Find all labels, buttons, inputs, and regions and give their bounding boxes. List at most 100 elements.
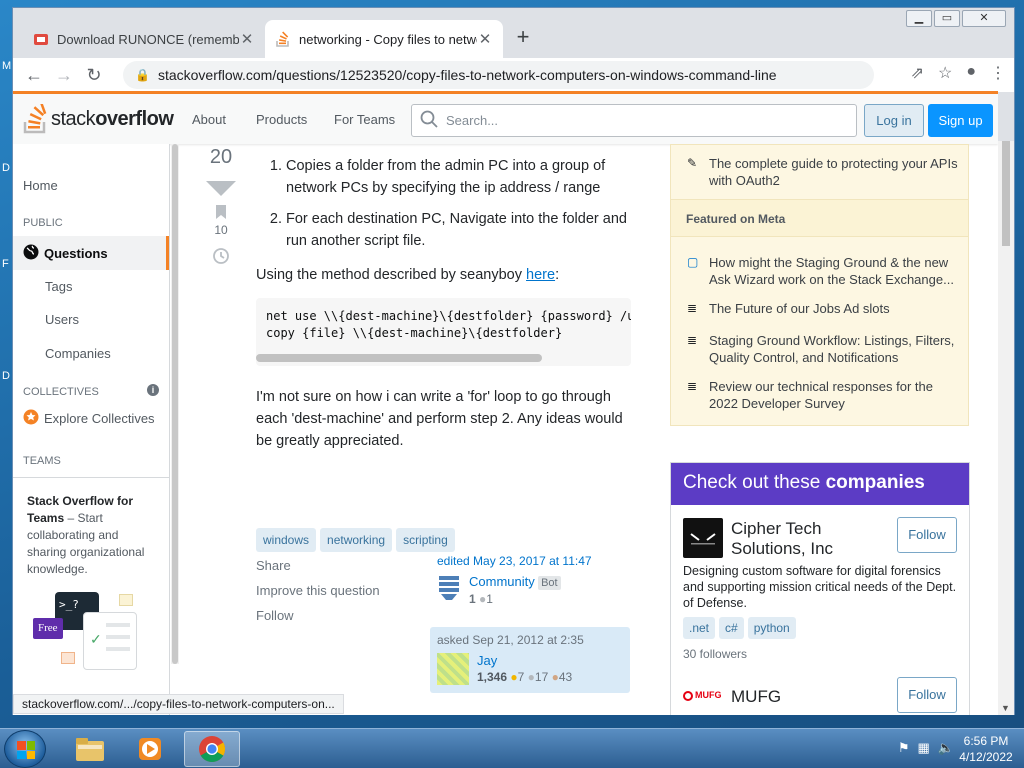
signup-button[interactable]: Sign up — [928, 104, 993, 137]
menu-dots-icon[interactable]: ⋮ — [990, 63, 1006, 83]
nav-for-teams[interactable]: For Teams — [334, 112, 395, 127]
tag-python[interactable]: python — [747, 617, 796, 639]
desktop-edge-mark: F — [2, 258, 9, 270]
sidebar-item-questions[interactable]: Questions — [13, 236, 169, 270]
desktop-edge-mark: D — [2, 162, 10, 174]
search-input[interactable]: Search... — [411, 104, 857, 137]
stackoverflow-icon — [275, 31, 291, 47]
bookmark-star-icon[interactable]: ☆ — [938, 63, 952, 83]
company-name[interactable]: MUFG — [731, 687, 781, 707]
asker-name[interactable]: Jay — [477, 653, 572, 668]
login-button[interactable]: Log in — [864, 104, 924, 137]
start-button[interactable] — [4, 730, 46, 768]
follow-link[interactable]: Follow — [256, 603, 380, 628]
follower-count: 30 followers — [683, 647, 748, 661]
close-window-button[interactable]: ✕ — [962, 10, 1006, 27]
url-text: stackoverflow.com/questions/12523520/cop… — [157, 67, 777, 83]
clock[interactable]: 6:56 PM 4/12/2022 — [956, 733, 1016, 765]
sidebar-section-collectives: COLLECTIVES — [23, 386, 99, 398]
forward-button[interactable]: → — [49, 65, 79, 86]
tag-scripting[interactable]: scripting — [396, 528, 455, 552]
meta-item[interactable]: ≣ The Future of our Jobs Ad slots — [687, 300, 959, 317]
stackoverflow-logo[interactable]: stack overflow — [23, 104, 174, 134]
colon-text: : — [555, 267, 560, 283]
sidebar-item-users[interactable]: Users — [45, 312, 79, 327]
close-tab-icon[interactable]: ✕ — [477, 30, 493, 48]
tab-stackoverflow[interactable]: networking - Copy files to netwo ✕ — [265, 20, 503, 58]
follow-button[interactable]: Follow — [897, 677, 957, 713]
taskbar-explorer[interactable] — [62, 731, 118, 767]
page-scrollbar[interactable]: ▲ ▼ — [998, 141, 1014, 715]
sidebar-section-teams: TEAMS — [23, 455, 61, 467]
taskbar-chrome[interactable] — [184, 731, 240, 767]
profile-icon[interactable]: ● — [966, 63, 976, 83]
sidebar-item-explore-collectives[interactable]: Explore Collectives — [23, 409, 155, 428]
network-icon[interactable]: ▦ — [918, 740, 930, 756]
mufg-logo[interactable]: MUFG — [683, 690, 722, 701]
close-tab-icon[interactable]: ✕ — [239, 30, 255, 48]
address-bar[interactable]: 🔒 stackoverflow.com/questions/12523520/c… — [123, 61, 874, 89]
tag-dotnet[interactable]: .net — [683, 617, 716, 639]
scroll-down-arrow[interactable]: ▼ — [1001, 703, 1010, 713]
scrollbar-thumb[interactable] — [172, 144, 178, 664]
volume-icon[interactable]: 🔈 — [938, 740, 954, 756]
search-icon — [420, 110, 438, 131]
steps-list: Copies a folder from the admin PC into a… — [286, 155, 631, 252]
sidebar-item-home[interactable]: Home — [23, 178, 58, 193]
stack-exchange-icon: ≣ — [687, 301, 698, 315]
list-item: Copies a folder from the admin PC into a… — [286, 155, 631, 199]
company-name[interactable]: Cipher Tech Solutions, Inc — [731, 519, 891, 559]
follow-button[interactable]: Follow — [897, 517, 957, 553]
info-icon[interactable]: i — [147, 384, 159, 396]
sidebar-item-tags[interactable]: Tags — [45, 279, 72, 294]
minimize-button[interactable]: ▁ — [906, 10, 932, 27]
edited-timestamp[interactable]: edited May 23, 2017 at 11:47 — [437, 554, 627, 568]
checklist-icon: ✓ — [83, 612, 137, 670]
back-button[interactable]: ← — [19, 65, 49, 86]
desktop-edge-mark: M — [2, 60, 12, 72]
bookmark-icon[interactable] — [206, 204, 236, 223]
sidebar-item-companies[interactable]: Companies — [45, 346, 111, 361]
search-placeholder: Search... — [446, 113, 499, 128]
post-menu: Share Improve this question Follow — [256, 553, 380, 628]
asker-avatar[interactable] — [437, 653, 469, 685]
tag-list: windows networking scripting — [256, 528, 455, 552]
nav-about[interactable]: About — [192, 112, 226, 127]
editor-name[interactable]: Community — [469, 574, 535, 589]
meta-item[interactable]: ≣ Review our technical responses for the… — [687, 378, 959, 412]
downvote-icon[interactable] — [206, 181, 236, 196]
improve-question-link[interactable]: Improve this question — [256, 578, 380, 603]
reload-button[interactable]: ↻ — [79, 65, 109, 86]
tab-runonce[interactable]: Download RUNONCE (remember ✕ — [23, 20, 265, 58]
tag-windows[interactable]: windows — [256, 528, 317, 552]
community-avatar[interactable] — [437, 574, 461, 605]
new-tab-button[interactable]: + — [511, 24, 535, 52]
history-icon[interactable] — [206, 247, 236, 268]
here-link[interactable]: here — [526, 267, 555, 283]
code-scrollbar[interactable] — [256, 354, 542, 362]
taskbar: ⚑ ▦ 🔈 6:56 PM 4/12/2022 — [0, 728, 1024, 768]
nav-products[interactable]: Products — [256, 112, 307, 127]
meta-item-text: Staging Ground Workflow: Listings, Filte… — [709, 333, 955, 365]
blog-item[interactable]: ✎ The complete guide to protecting your … — [687, 155, 959, 189]
meta-item[interactable]: ≣ Staging Ground Workflow: Listings, Fil… — [687, 332, 959, 366]
tag-csharp[interactable]: c# — [719, 617, 744, 639]
left-scrollbar[interactable] — [171, 144, 179, 664]
share-icon[interactable]: ⇗ — [911, 63, 924, 83]
share-link[interactable]: Share — [256, 553, 380, 578]
meta-item[interactable]: ▢ How might the Staging Ground & the new… — [687, 254, 959, 288]
tag-networking[interactable]: networking — [320, 528, 393, 552]
browser-toolbar: ← → ↻ 🔒 stackoverflow.com/questions/1252… — [13, 58, 1014, 92]
code-block: net use \\{dest-machine}\{destfolder} {p… — [256, 298, 631, 366]
taskbar-media-player[interactable] — [122, 731, 178, 767]
scrollbar-thumb[interactable] — [1002, 141, 1010, 246]
sidebar-item-label: Explore Collectives — [44, 411, 155, 426]
cipher-tech-logo[interactable] — [683, 518, 723, 558]
maximize-button[interactable]: ▭ — [934, 10, 960, 27]
asked-timestamp: asked Sep 21, 2012 at 2:35 — [437, 633, 584, 647]
stackoverflow-logo-icon — [23, 104, 47, 134]
tab-strip: Download RUNONCE (remember ✕ networking … — [13, 8, 1014, 58]
action-center-flag-icon[interactable]: ⚑ — [898, 740, 910, 756]
editor-bronze-count: 1 — [486, 592, 493, 606]
method-paragraph: Using the method described by seanyboy h… — [256, 264, 631, 286]
